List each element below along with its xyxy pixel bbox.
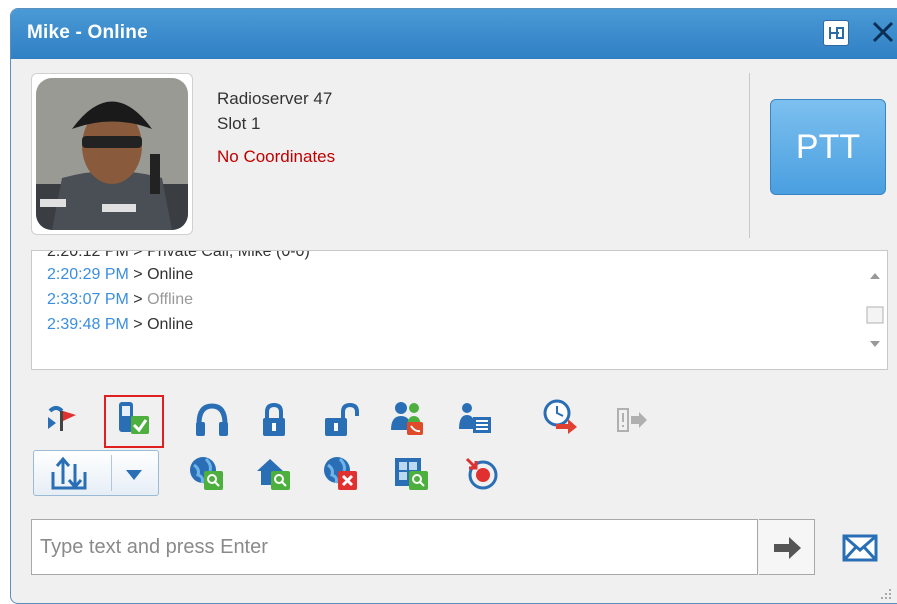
split-upload-icon <box>51 456 87 490</box>
unlock-icon[interactable] <box>323 402 359 438</box>
subscriber-window: Mike - Online Radioserver 47 Slot 1 No C… <box>10 8 897 604</box>
arrow-right-icon <box>774 537 801 559</box>
upload-split-button[interactable] <box>33 450 159 496</box>
pin-button[interactable] <box>823 20 849 46</box>
log-entry: 2:39:48 PM > Online <box>47 316 194 333</box>
exit-disabled-icon[interactable] <box>615 403 651 439</box>
event-log[interactable]: 2:20:12 PM > Private Call, Mike (0-0) 2:… <box>31 250 888 370</box>
headphones-icon[interactable] <box>194 402 230 438</box>
send-button[interactable] <box>759 519 815 575</box>
log-time: 2:20:29 PM <box>47 266 129 283</box>
user-list-icon[interactable] <box>457 401 493 437</box>
send-message-button[interactable] <box>841 529 879 567</box>
close-button[interactable] <box>868 17 897 47</box>
slot-label: Slot 1 <box>217 114 261 133</box>
map-search-icon[interactable] <box>393 455 429 491</box>
scroll-up-icon <box>870 273 880 279</box>
server-name: Radioserver 47 <box>217 89 333 108</box>
log-status: Online <box>147 316 194 333</box>
home-search-icon[interactable] <box>255 455 291 491</box>
scroll-down-icon <box>870 341 880 347</box>
officer-photo <box>36 78 188 230</box>
log-time: 2:33:07 PM <box>47 291 129 308</box>
globe-search-icon[interactable] <box>188 455 224 491</box>
close-icon <box>872 21 894 43</box>
log-status: Online <box>147 266 194 283</box>
radio-check-icon[interactable] <box>115 400 151 436</box>
log-time: 2:39:48 PM <box>47 316 129 333</box>
envelope-icon <box>842 534 878 562</box>
log-entry: 2:33:07 PM > Offline <box>47 291 194 308</box>
globe-cancel-icon[interactable] <box>322 455 358 491</box>
target-record-icon[interactable] <box>463 455 499 491</box>
message-input[interactable] <box>31 519 758 575</box>
scroll-thumb <box>866 306 884 324</box>
resize-grip-icon[interactable] <box>877 585 893 601</box>
clock-send-icon[interactable] <box>542 398 578 434</box>
pin-icon <box>829 27 844 39</box>
ptt-button[interactable]: PTT <box>770 99 886 195</box>
vertical-divider <box>749 73 750 238</box>
title-bar[interactable]: Mike - Online <box>11 9 897 59</box>
lock-icon[interactable] <box>256 402 292 438</box>
log-entry-partial: 2:20:12 PM > Private Call, Mike (0-0) <box>47 250 310 260</box>
subscriber-avatar <box>31 73 193 235</box>
split-divider <box>111 455 112 491</box>
coordinates-status: No Coordinates <box>217 147 336 166</box>
log-scrollbar[interactable] <box>863 251 887 369</box>
window-title: Mike - Online <box>27 22 148 43</box>
user-call-icon[interactable] <box>389 400 425 436</box>
chevron-down-icon[interactable] <box>124 468 144 482</box>
log-entry: 2:20:29 PM > Online <box>47 266 194 283</box>
flag-return-icon[interactable] <box>44 401 80 437</box>
log-status: Offline <box>147 291 194 308</box>
